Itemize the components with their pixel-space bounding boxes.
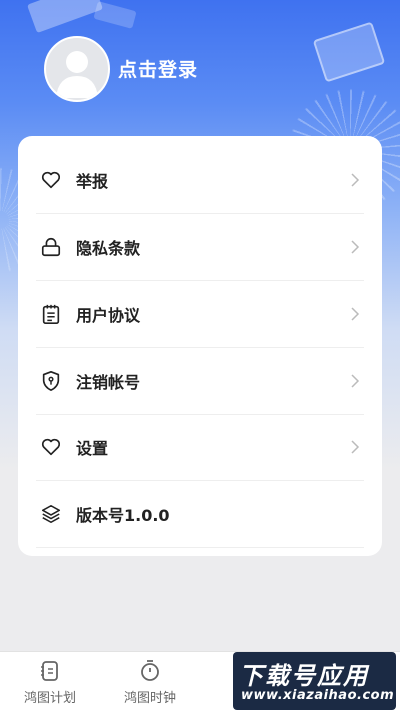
menu-item-cancel-account[interactable]: 注销帐号 (36, 348, 364, 415)
tab-label: 鸿图计划 (23, 691, 76, 706)
menu-item-user-agreement[interactable]: 用户协议 (36, 281, 364, 348)
menu-item-version: 版本号1.0.0 (36, 481, 364, 548)
menu-item-report[interactable]: 举报 (36, 147, 364, 214)
layers-icon (38, 501, 64, 527)
chevron-right-icon (351, 307, 360, 321)
menu-item-label: 隐私条款 (76, 239, 141, 258)
menu-item-label: 注销帐号 (76, 373, 141, 392)
heart-icon (38, 434, 64, 460)
chevron-right-icon (351, 440, 360, 454)
menu-item-label: 用户协议 (76, 306, 141, 325)
menu-item-label: 版本号1.0.0 (76, 506, 170, 525)
watermark-title: 下载号应用 (239, 662, 369, 690)
paper-decoration (93, 1, 137, 29)
avatar[interactable] (44, 36, 110, 102)
menu-item-label: 设置 (76, 439, 109, 458)
timer-icon (141, 660, 159, 681)
chevron-right-icon (351, 374, 360, 388)
clipboard-icon (38, 301, 64, 327)
notebook-icon (41, 661, 58, 681)
watermark: 下载号应用 www.xiazaihao.com (233, 652, 396, 710)
heart-icon (38, 167, 64, 193)
shield-icon (38, 368, 64, 394)
tab-plan[interactable]: 鸿图计划 (0, 652, 100, 712)
tab-clock[interactable]: 鸿图时钟 (100, 652, 200, 712)
watermark-url: www.xiazaihao.com (241, 688, 395, 703)
chevron-right-icon (351, 173, 360, 187)
paper-decoration (26, 0, 104, 34)
book-decoration (312, 21, 386, 83)
chevron-right-icon (351, 240, 360, 254)
user-silhouette-icon (56, 51, 98, 98)
menu-item-settings[interactable]: 设置 (36, 414, 364, 481)
menu-card: 举报 隐私条款 用户协议 注销帐号 设置 版本号1.0.0 (18, 136, 382, 556)
login-link[interactable]: 点击登录 (118, 55, 198, 82)
tab-label: 鸿图时钟 (123, 691, 176, 706)
menu-item-label: 举报 (76, 172, 109, 191)
lock-icon (38, 234, 64, 260)
menu-item-privacy[interactable]: 隐私条款 (36, 214, 364, 281)
